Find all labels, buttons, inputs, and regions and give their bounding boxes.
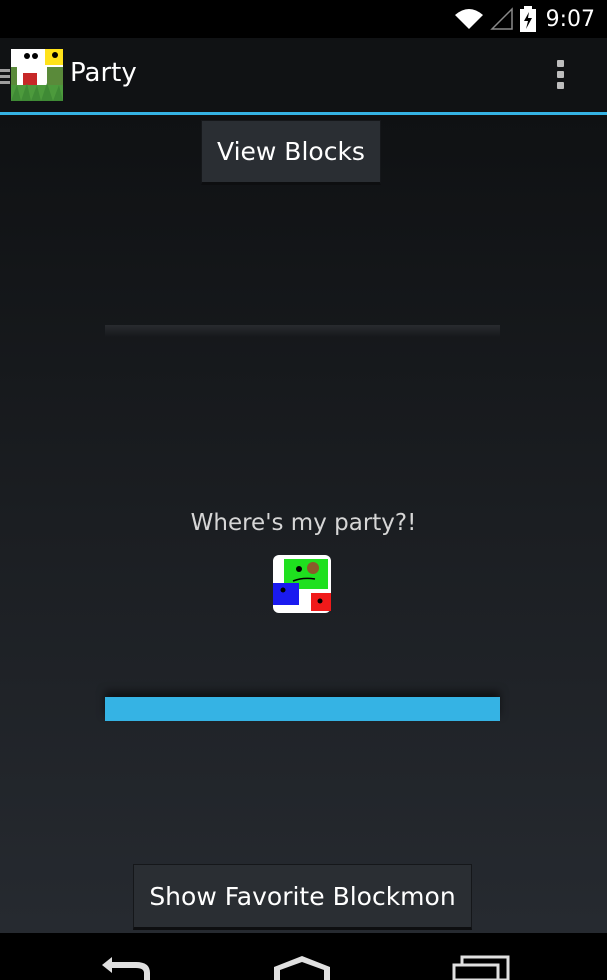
app-logo-icon[interactable] xyxy=(11,49,63,101)
back-icon[interactable] xyxy=(96,953,156,980)
home-icon[interactable] xyxy=(272,953,332,980)
page-title: Party xyxy=(70,58,137,88)
show-favorite-blockmon-button[interactable]: Show Favorite Blockmon xyxy=(133,864,472,930)
status-icons: 9:07 xyxy=(454,4,595,34)
blockmon-icon xyxy=(273,555,331,613)
party-list-divider xyxy=(105,325,500,337)
screen: 9:07 Party View Blocks Where's my party?… xyxy=(0,0,607,980)
signal-icon xyxy=(489,7,513,30)
view-blocks-button[interactable]: View Blocks xyxy=(201,120,381,185)
wifi-icon xyxy=(454,9,483,29)
overflow-menu-icon[interactable] xyxy=(548,56,572,94)
status-bar: 9:07 xyxy=(0,0,607,38)
empty-party-message: Where's my party?! xyxy=(190,510,417,536)
status-time: 9:07 xyxy=(545,6,595,32)
party-progress-bar xyxy=(105,697,500,721)
up-indicator-icon[interactable] xyxy=(0,68,10,86)
recent-apps-icon[interactable] xyxy=(452,953,512,980)
battery-charging-icon xyxy=(519,6,536,32)
